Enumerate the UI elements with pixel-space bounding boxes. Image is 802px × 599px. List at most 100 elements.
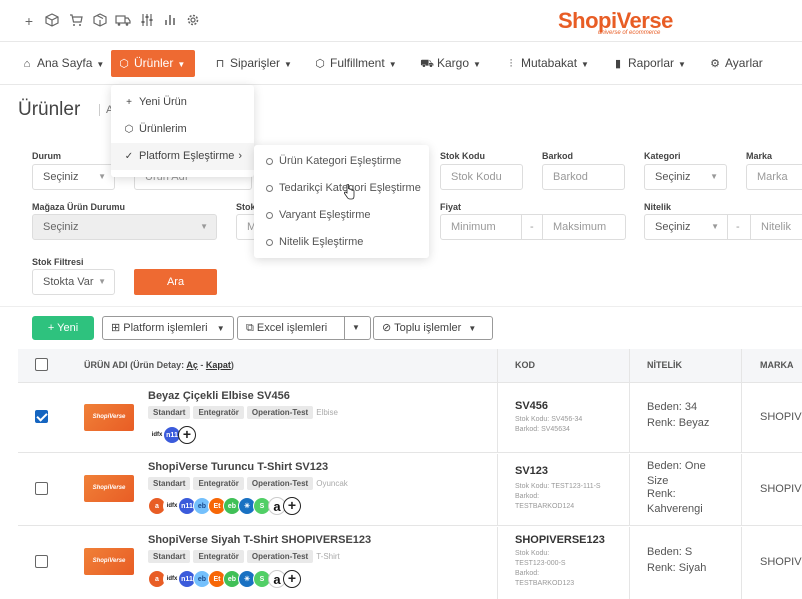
truck-icon[interactable] xyxy=(115,13,131,29)
filter-label-magaza: Mağaza Ürün Durumu xyxy=(32,202,126,212)
barkod-input[interactable]: Barkod xyxy=(542,164,625,190)
circle-icon xyxy=(266,157,273,165)
marketplace-icons: a idfx n11 eb Et eb ✳ Sa + xyxy=(148,570,301,590)
nav-item-ayarlar[interactable]: ⚙ Ayarlar xyxy=(702,50,769,77)
collapse-all-link[interactable]: Kapat xyxy=(206,360,231,370)
circle-icon xyxy=(266,184,273,192)
column-divider xyxy=(497,349,498,382)
column-divider xyxy=(629,349,630,382)
hand-cursor-icon xyxy=(343,184,355,200)
column-divider xyxy=(741,527,742,599)
stock-code: Stok Kodu: TEST123-000-S xyxy=(515,550,566,567)
select-value: Seçiniz xyxy=(655,221,691,233)
header-text: ÜRÜN ADI (Ürün Detay: xyxy=(84,360,185,370)
cube-icon[interactable] xyxy=(92,13,108,29)
product-thumbnail[interactable]: ShopiVerse xyxy=(84,548,134,575)
chevron-down-icon: ▼ xyxy=(216,324,225,333)
kategori-select[interactable]: Seçiniz ▼ xyxy=(644,164,727,190)
nav-item-fulfillment[interactable]: ⬡ Fulfillment ▼ xyxy=(307,50,403,77)
product-name[interactable]: ShopiVerse Siyah T-Shirt SHOPIVERSE123 xyxy=(148,534,371,546)
filter-label-stok: Stok xyxy=(236,202,256,212)
row-checkbox[interactable] xyxy=(35,482,48,495)
platform-actions-button[interactable]: ⊞ Platform işlemleri ▼ xyxy=(102,316,234,340)
submenu-item-supplier-category[interactable]: Tedarikçi Kategori Eşleştirme xyxy=(254,175,429,202)
brand-name: SHOPIVE xyxy=(760,411,802,423)
submenu-item-attribute[interactable]: Nitelik Eşleştirme xyxy=(254,229,429,256)
marketplace-icons: a idfx n11 eb Et eb ✳ Sa + xyxy=(148,497,301,517)
grid-icon: ⊞ xyxy=(111,322,121,334)
column-divider xyxy=(497,527,498,599)
submenu-item-variant[interactable]: Varyant Eşleştirme xyxy=(254,202,429,229)
table-row[interactable]: ShopiVerse ShopiVerse Turuncu T-Shirt SV… xyxy=(18,454,802,526)
bulk-actions-button[interactable]: ⊘ Toplu işlemler ▼ xyxy=(373,316,493,340)
products-dropdown-menu: + Yeni Ürün ⬡ Ürünlerim ✓ Platform Eşleştir… xyxy=(111,85,254,177)
nav-item-kargo[interactable]: ⛟ Kargo ▼ xyxy=(414,50,487,77)
barcode: Barkod: TESTBARKOD123 xyxy=(515,570,575,587)
product-tags: Standart Entegratör Operation-Test Elbise xyxy=(148,404,338,419)
menu-item-label: Ürünlerim xyxy=(139,123,187,135)
nitelik-select[interactable]: Seçiniz ▼ xyxy=(644,214,728,240)
external-link-icon: ⧉ xyxy=(246,322,254,334)
chevron-down-icon: ▼ xyxy=(177,60,186,69)
bar-chart-icon[interactable] xyxy=(162,13,178,29)
product-thumbnail[interactable]: ShopiVerse xyxy=(84,475,134,502)
gear-icon[interactable] xyxy=(185,13,201,29)
top-bar: + ShopiVerse universe of ecommerce xyxy=(0,0,802,42)
filter-label-barkod: Barkod xyxy=(542,151,574,161)
nitelik-input[interactable]: Nitelik xyxy=(750,214,802,240)
sliders-icon[interactable] xyxy=(139,13,155,29)
nav-label: Ürünler xyxy=(134,56,174,70)
nav-item-mutabakat[interactable]: ⫶ Mutabakat ▼ xyxy=(498,50,595,77)
search-button[interactable]: Ara xyxy=(134,269,217,295)
add-marketplace-icon[interactable]: + xyxy=(178,426,196,444)
attr-size: Beden: 34 xyxy=(647,401,698,413)
row-checkbox[interactable] xyxy=(35,410,48,423)
cart-icon[interactable] xyxy=(68,13,84,29)
product-thumbnail[interactable]: ShopiVerse xyxy=(84,404,134,431)
menu-item-platform-matching[interactable]: ✓ Platform Eşleştirme › xyxy=(111,143,254,170)
add-marketplace-icon[interactable]: + xyxy=(283,570,301,588)
stock-code: Stok Kodu: SV456-34 xyxy=(515,416,583,423)
nav-item-raporlar[interactable]: ▮ Raporlar ▼ xyxy=(605,50,692,77)
button-label: Toplu işlemler xyxy=(394,322,462,334)
check-circle-icon: ✓ xyxy=(124,151,134,162)
row-checkbox[interactable] xyxy=(35,555,48,568)
main-nav: ⌂ Ana Sayfa ▼ ⬡ Ürünler ▼ ⊓ Siparişler ▼ ⬡ Fulf… xyxy=(0,43,802,85)
fiyat-min-input[interactable]: Minimum xyxy=(440,214,522,240)
button-label: Platform işlemleri xyxy=(123,322,208,334)
box-icon[interactable] xyxy=(44,13,60,29)
nav-item-siparisler[interactable]: ⊓ Siparişler ▼ xyxy=(207,50,298,77)
product-name[interactable]: Beyaz Çiçekli Elbise SV456 xyxy=(148,390,290,402)
product-name[interactable]: ShopiVerse Turuncu T-Shirt SV123 xyxy=(148,461,328,473)
marka-input[interactable]: Marka xyxy=(746,164,802,190)
nav-item-ana-sayfa[interactable]: ⌂ Ana Sayfa ▼ xyxy=(14,50,110,77)
nav-label: Ana Sayfa xyxy=(37,56,93,70)
menu-item-my-products[interactable]: ⬡ Ürünlerim xyxy=(111,116,254,143)
add-marketplace-icon[interactable]: + xyxy=(283,497,301,515)
category-label: T-Shirt xyxy=(316,552,340,561)
excel-actions-button[interactable]: ⧉ Excel işlemleri xyxy=(237,316,345,340)
filter-label-marka: Marka xyxy=(746,151,773,161)
stok-filtresi-select[interactable]: Stokta Var ▼ xyxy=(32,269,115,295)
column-divider xyxy=(629,454,630,525)
nav-label: Ayarlar xyxy=(725,56,763,70)
excel-dropdown-button[interactable]: ▼ xyxy=(344,316,371,340)
expand-all-link[interactable]: Aç xyxy=(186,360,198,370)
plus-icon[interactable]: + xyxy=(21,13,37,29)
stok-kodu-input[interactable]: Stok Kodu xyxy=(440,164,523,190)
menu-item-label: Yeni Ürün xyxy=(139,96,187,108)
header-separator: - xyxy=(200,360,204,370)
box-icon: ⬡ xyxy=(124,124,134,135)
durum-select[interactable]: Seçiniz ▼ xyxy=(32,164,115,190)
chevron-down-icon: ▼ xyxy=(352,323,360,332)
table-row[interactable]: ShopiVerse Beyaz Çiçekli Elbise SV456 St… xyxy=(18,383,802,453)
table-row[interactable]: ShopiVerse ShopiVerse Siyah T-Shirt SHOP… xyxy=(18,527,802,599)
paperclip-icon: ⊘ xyxy=(382,322,392,334)
select-all-checkbox[interactable] xyxy=(35,358,48,371)
new-product-button[interactable]: + Yeni xyxy=(32,316,94,340)
stok-min-input[interactable]: M xyxy=(236,214,256,240)
submenu-item-category[interactable]: Ürün Kategori Eşleştirme xyxy=(254,148,429,175)
fiyat-max-input[interactable]: Maksimum xyxy=(542,214,626,240)
menu-item-new-product[interactable]: + Yeni Ürün xyxy=(111,89,254,116)
nav-item-urunler[interactable]: ⬡ Ürünler ▼ xyxy=(111,50,195,77)
